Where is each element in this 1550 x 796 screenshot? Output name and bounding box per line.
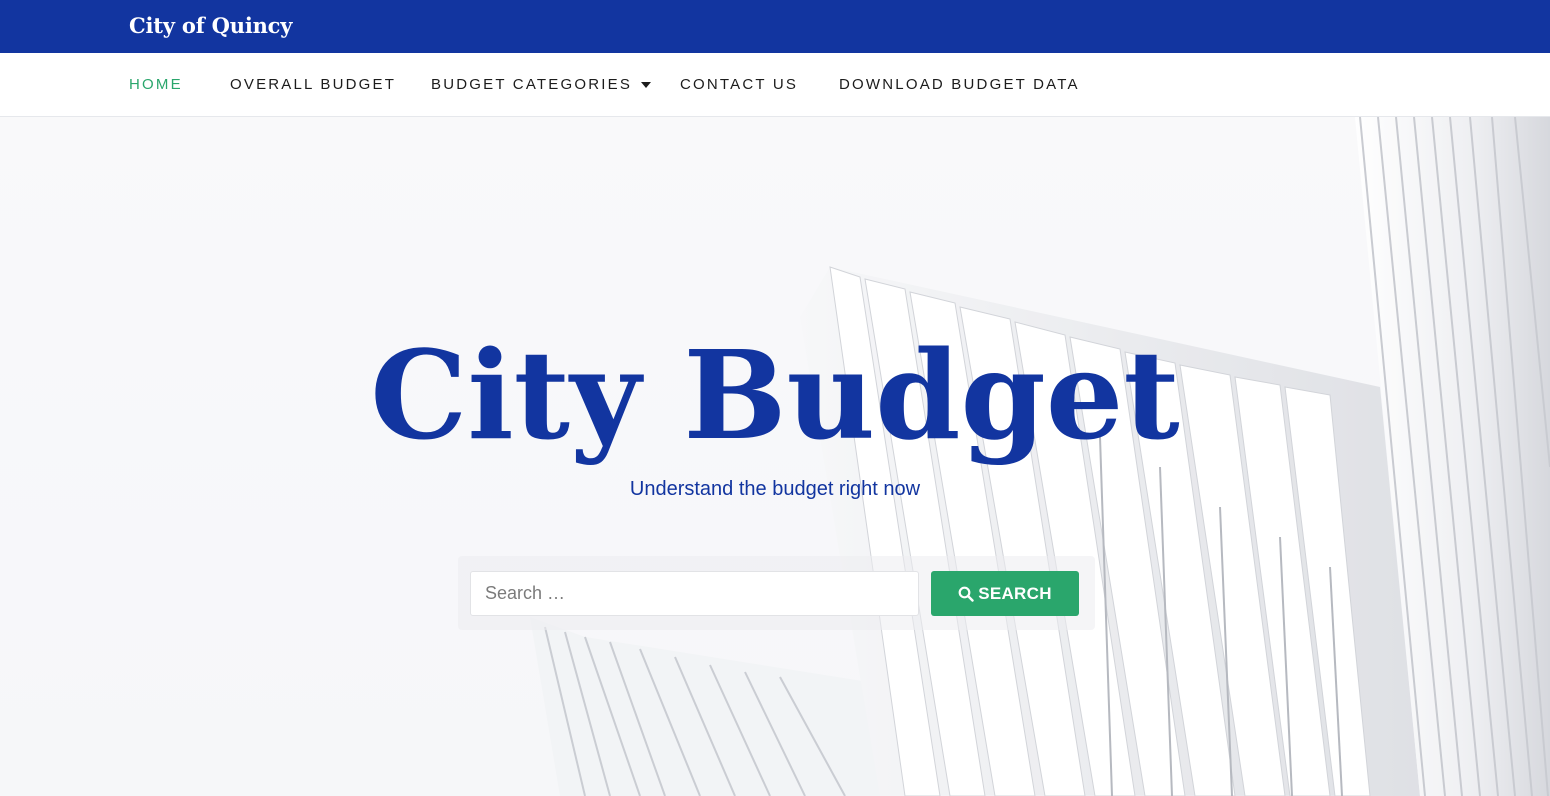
top-header-bar: City of Quincy [0,0,1550,53]
site-title[interactable]: City of Quincy [129,13,292,38]
nav-item-home[interactable]: HOME [129,76,183,93]
hero-section: City Budget Understand the budget right … [0,117,1550,796]
search-button-label: SEARCH [978,583,1052,603]
hero-subtitle: Understand the budget right now [629,478,921,500]
search-form: SEARCH [458,556,1095,630]
nav-item-label: BUDGET CATEGORIES [431,76,633,93]
search-button[interactable]: SEARCH [931,571,1079,616]
main-navigation: HOME OVERALL BUDGET BUDGET CATEGORIES CO… [0,53,1550,117]
nav-item-download-budget-data[interactable]: DOWNLOAD BUDGET DATA [839,76,1080,93]
nav-item-budget-categories[interactable]: BUDGET CATEGORIES [431,76,652,93]
nav-item-label: HOME [129,76,183,93]
nav-item-label: OVERALL BUDGET [230,76,397,93]
caret-down-icon [641,81,652,88]
search-icon [958,586,974,602]
search-input[interactable] [470,571,919,616]
nav-item-label: CONTACT US [680,76,799,93]
nav-item-contact-us[interactable]: CONTACT US [680,76,798,93]
hero-title: City Budget [370,323,1180,467]
nav-item-label: DOWNLOAD BUDGET DATA [839,76,1080,93]
nav-item-overall-budget[interactable]: OVERALL BUDGET [230,76,396,93]
